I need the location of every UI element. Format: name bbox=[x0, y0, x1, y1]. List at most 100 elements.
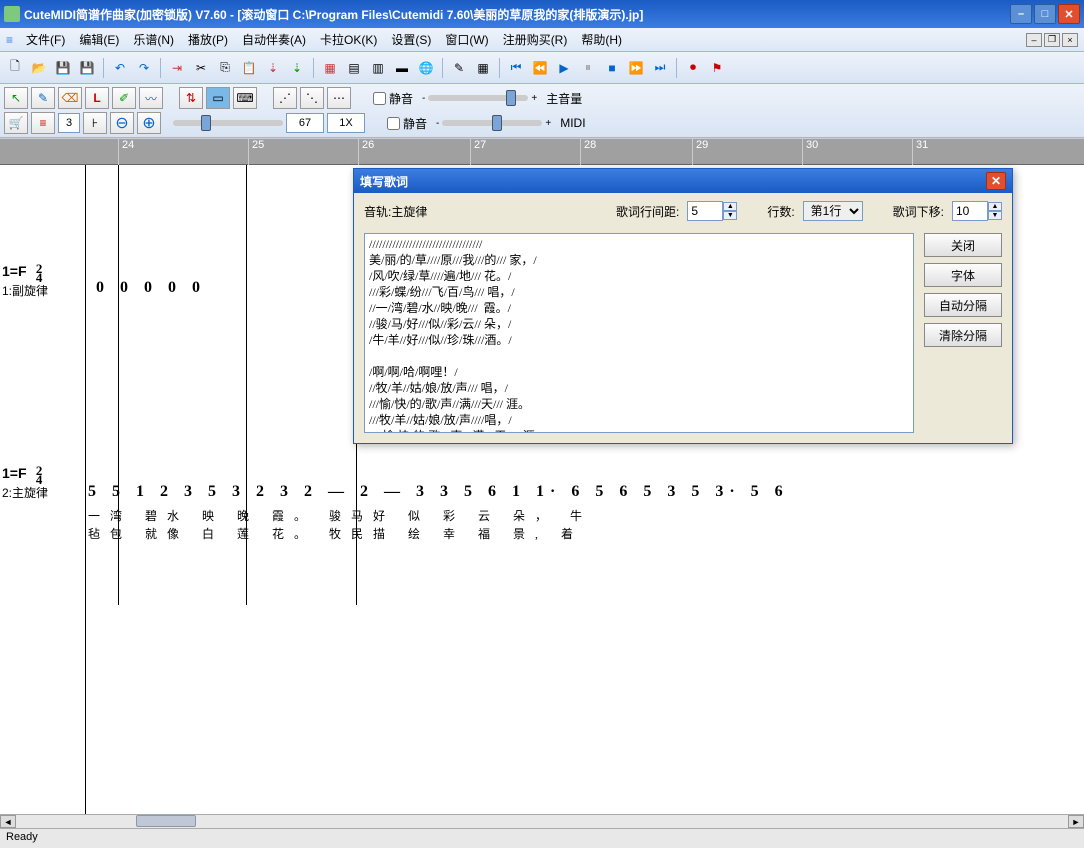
play-stop[interactable]: ■ bbox=[601, 57, 623, 79]
save-button[interactable]: 💾 bbox=[52, 57, 74, 79]
window-tool[interactable]: ▭ bbox=[206, 87, 230, 109]
track2-lyrics-row1: 一湾 碧水 映 晚 霞。 骏马好 似 彩 云 朵， 牛 bbox=[88, 507, 592, 525]
cut-button[interactable]: ✂ bbox=[190, 57, 212, 79]
scroll-left-arrow[interactable]: ◄ bbox=[0, 815, 16, 828]
close-button[interactable]: ✕ bbox=[1058, 4, 1080, 24]
redo-button[interactable]: ↷ bbox=[133, 57, 155, 79]
menu-icon: ≡ bbox=[6, 33, 13, 47]
track1-header[interactable]: 1=F 24 1:副旋律 bbox=[2, 263, 48, 299]
mute2-checkbox[interactable]: 静音 bbox=[387, 115, 427, 132]
menu-settings[interactable]: 设置(S) bbox=[384, 31, 438, 48]
menu-help[interactable]: 帮助(H) bbox=[574, 31, 629, 48]
wave-tool[interactable]: 〰 bbox=[139, 87, 163, 109]
mdi-close[interactable]: × bbox=[1062, 33, 1078, 47]
new-button[interactable]: 🗋 bbox=[4, 57, 26, 79]
statusbar: Ready bbox=[0, 828, 1084, 848]
app-icon bbox=[4, 6, 20, 22]
dialog-font-btn[interactable]: 字体 bbox=[924, 263, 1002, 287]
play-rw[interactable]: ⏪ bbox=[529, 57, 551, 79]
menubar: ≡ 文件(F) 编辑(E) 乐谱(N) 播放(P) 自动伴奏(A) 卡拉OK(K… bbox=[0, 28, 1084, 52]
track-number[interactable] bbox=[58, 113, 80, 133]
zoomin-button[interactable]: ⊕ bbox=[137, 112, 161, 134]
sort-tool[interactable]: ⇅ bbox=[179, 87, 203, 109]
ruler-tick: 25 bbox=[248, 139, 264, 165]
window-titlebar: CuteMIDI简谱作曲家(加密锁版) V7.60 - [滚动窗口 C:\Pro… bbox=[0, 0, 1084, 28]
mdi-minimize[interactable]: – bbox=[1026, 33, 1042, 47]
menu-karaoke[interactable]: 卡拉OK(K) bbox=[313, 31, 384, 48]
dialog-close-button[interactable]: ✕ bbox=[986, 172, 1006, 190]
menu-edit[interactable]: 编辑(E) bbox=[72, 31, 126, 48]
track2-notes: 5 5 1 2 3 5 3 2 3 2 — 2 — 3 3 5 6 1 1· 6… bbox=[88, 483, 789, 501]
lyric-tool[interactable]: L bbox=[85, 87, 109, 109]
window-title: CuteMIDI简谱作曲家(加密锁版) V7.60 - [滚动窗口 C:\Pro… bbox=[24, 6, 1010, 23]
zoomout-button[interactable]: ⊖ bbox=[110, 112, 134, 134]
copy-button[interactable]: ⎘ bbox=[214, 57, 236, 79]
mute1-checkbox[interactable]: 静音 bbox=[373, 90, 413, 107]
record-button[interactable]: ⏺ bbox=[682, 57, 704, 79]
flag-button[interactable]: ⚑ bbox=[706, 57, 728, 79]
menu-play[interactable]: 播放(P) bbox=[181, 31, 235, 48]
dialog-autosplit-btn[interactable]: 自动分隔 bbox=[924, 293, 1002, 317]
dots1-tool[interactable]: ⋰ bbox=[273, 87, 297, 109]
dialog-titlebar[interactable]: 填写歌词 ✕ bbox=[354, 169, 1012, 193]
open-button[interactable]: 📂 bbox=[28, 57, 50, 79]
track-label: 音轨:主旋律 bbox=[364, 203, 427, 220]
undo-button[interactable]: ↶ bbox=[109, 57, 131, 79]
mdi-restore[interactable]: ❐ bbox=[1044, 33, 1060, 47]
timeline-ruler[interactable]: 24 25 26 27 28 29 30 31 bbox=[0, 139, 1084, 165]
play-first[interactable]: ⏮ bbox=[505, 57, 527, 79]
menu-register[interactable]: 注册购买(R) bbox=[496, 31, 575, 48]
midi-vol-slider[interactable] bbox=[442, 120, 542, 126]
play-pause[interactable]: ⏸ bbox=[577, 57, 599, 79]
scroll-thumb[interactable] bbox=[136, 815, 196, 827]
pencil-tool[interactable]: ✎ bbox=[31, 87, 55, 109]
config-button[interactable]: ▦ bbox=[472, 57, 494, 79]
keyboard-tool[interactable]: ⌨ bbox=[233, 87, 257, 109]
horizontal-scrollbar[interactable]: ◄ ► bbox=[0, 814, 1084, 828]
cart-tool[interactable]: 🛒 bbox=[4, 112, 28, 134]
dots3-tool[interactable]: ⋯ bbox=[327, 87, 351, 109]
paste-button[interactable]: 📋 bbox=[238, 57, 260, 79]
offset-spinner[interactable]: ▲▼ bbox=[952, 201, 1002, 221]
track2-header[interactable]: 1=F 24 2:主旋律 bbox=[2, 465, 48, 501]
barline-tool[interactable]: ⊦ bbox=[83, 112, 107, 134]
edit-tool[interactable]: ✎ bbox=[448, 57, 470, 79]
pen2-tool[interactable]: ✐ bbox=[112, 87, 136, 109]
saveas-button[interactable]: 💾 bbox=[76, 57, 98, 79]
list-tool[interactable]: ≡ bbox=[31, 112, 55, 134]
globe-button[interactable]: 🌐 bbox=[415, 57, 437, 79]
master-vol-slider[interactable] bbox=[428, 95, 528, 101]
tool-c[interactable]: ⇣ bbox=[286, 57, 308, 79]
dialog-close-btn[interactable]: 关闭 bbox=[924, 233, 1002, 257]
tempo-slider[interactable] bbox=[173, 120, 283, 126]
lyrics-textarea[interactable]: ////////////////////////////////// 美/丽/的… bbox=[364, 233, 914, 433]
linespace-input[interactable] bbox=[687, 201, 723, 221]
view-a[interactable]: ▦ bbox=[319, 57, 341, 79]
offset-input[interactable] bbox=[952, 201, 988, 221]
minimize-button[interactable]: – bbox=[1010, 4, 1032, 24]
rows-select[interactable]: 第1行 bbox=[803, 201, 863, 221]
tool-a[interactable]: ⇥ bbox=[166, 57, 188, 79]
menu-accomp[interactable]: 自动伴奏(A) bbox=[235, 31, 313, 48]
play-play[interactable]: ▶ bbox=[553, 57, 575, 79]
menu-window[interactable]: 窗口(W) bbox=[438, 31, 495, 48]
view-b[interactable]: ▤ bbox=[343, 57, 365, 79]
linespace-spinner[interactable]: ▲▼ bbox=[687, 201, 737, 221]
menu-score[interactable]: 乐谱(N) bbox=[126, 31, 181, 48]
dialog-clearsplit-btn[interactable]: 清除分隔 bbox=[924, 323, 1002, 347]
maximize-button[interactable]: □ bbox=[1034, 4, 1056, 24]
linespace-label: 歌词行间距: bbox=[616, 203, 679, 220]
play-last[interactable]: ⏭ bbox=[649, 57, 671, 79]
eraser-tool[interactable]: ⌫ bbox=[58, 87, 82, 109]
dots2-tool[interactable]: ⋱ bbox=[300, 87, 324, 109]
cursor-tool[interactable]: ↖ bbox=[4, 87, 28, 109]
play-ff[interactable]: ⏩ bbox=[625, 57, 647, 79]
tempo-value[interactable] bbox=[286, 113, 324, 133]
speed-value[interactable] bbox=[327, 113, 365, 133]
tool-b[interactable]: ⇣ bbox=[262, 57, 284, 79]
scroll-right-arrow[interactable]: ► bbox=[1068, 815, 1084, 828]
view-c[interactable]: ▥ bbox=[367, 57, 389, 79]
menu-file[interactable]: 文件(F) bbox=[19, 31, 72, 48]
ruler-tick: 26 bbox=[358, 139, 374, 165]
view-d[interactable]: ▬ bbox=[391, 57, 413, 79]
